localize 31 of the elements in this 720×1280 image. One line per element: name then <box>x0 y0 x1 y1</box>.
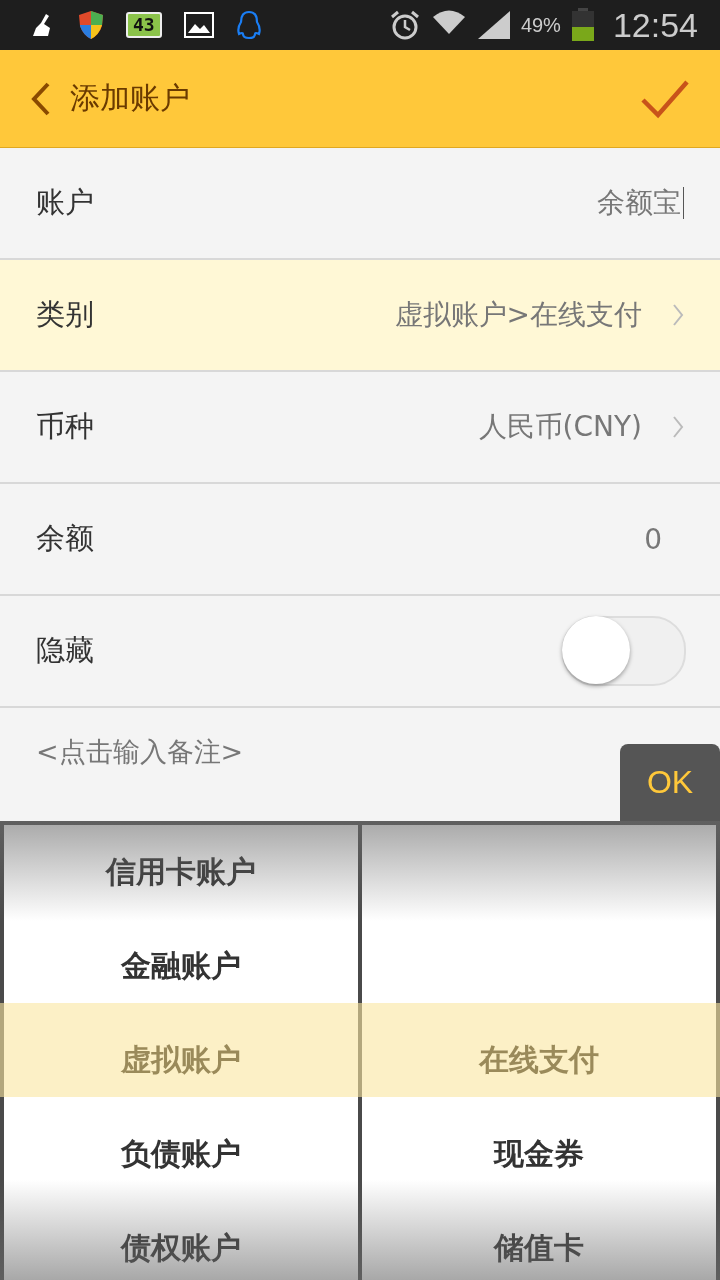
alarm-icon <box>388 9 421 41</box>
ok-button[interactable]: OK <box>620 744 720 821</box>
back-icon[interactable] <box>30 80 52 117</box>
picker-item[interactable]: 金融账户 <box>4 919 358 1013</box>
field-label: 余额 <box>36 520 95 557</box>
page-title: 添加账户 <box>70 79 191 117</box>
signal-icon <box>476 10 511 40</box>
field-label: 账户 <box>36 184 95 221</box>
battery-percent: 49% <box>520 13 561 37</box>
battery-icon <box>570 8 595 42</box>
picker-item[interactable]: 储值卡 <box>362 1201 716 1280</box>
field-value: 虚拟账户>在线支付 <box>394 297 642 333</box>
form-row[interactable]: 类别 虚拟账户>在线支付 <box>0 260 720 372</box>
picker-item[interactable]: 债权账户 <box>4 1201 358 1280</box>
field-label: 币种 <box>36 408 95 445</box>
image-icon <box>183 12 214 38</box>
picker-item[interactable]: 负债账户 <box>4 1107 358 1201</box>
chevron-icon <box>672 303 684 327</box>
field-label: 类别 <box>36 296 95 333</box>
note-field[interactable]: <点击输入备注> <box>36 734 244 770</box>
chevron-icon <box>672 415 684 439</box>
shield-icon <box>78 10 104 40</box>
balance-input[interactable]: 0 <box>644 522 662 556</box>
account-input[interactable]: 余额宝 <box>597 184 684 222</box>
toggle-switch[interactable] <box>562 616 686 686</box>
clock-time: 12:54 <box>612 5 698 45</box>
field-label: 隐藏 <box>36 632 95 669</box>
penguin-icon <box>235 10 262 40</box>
picker-item[interactable]: 现金券 <box>362 1107 716 1201</box>
notification-badge: 43 <box>126 12 162 38</box>
field-value: 人民币(CNY) <box>478 409 642 445</box>
